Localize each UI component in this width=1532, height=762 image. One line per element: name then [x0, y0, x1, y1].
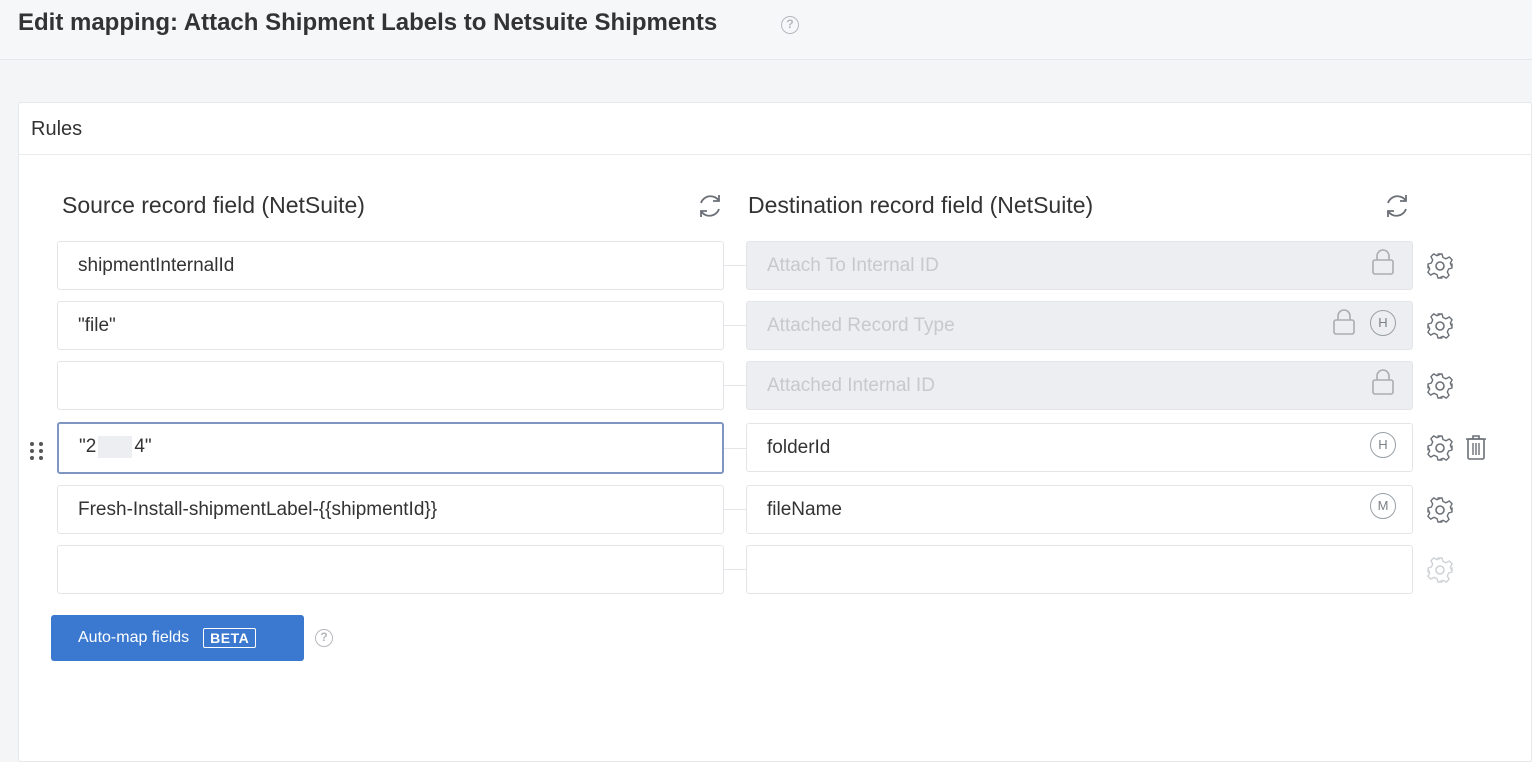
page-header: Edit mapping: Attach Shipment Labels to … — [0, 0, 1532, 60]
rules-panel: Rules Source record field (NetSuite) Des… — [18, 102, 1532, 762]
drag-handle-icon[interactable] — [28, 440, 46, 462]
gear-icon[interactable] — [1426, 372, 1454, 400]
destination-field-input: Attach To Internal ID — [746, 241, 1413, 290]
gear-icon[interactable] — [1426, 496, 1454, 524]
refresh-icon[interactable] — [695, 191, 725, 221]
gear-icon[interactable] — [1426, 434, 1454, 462]
mapping-connector — [724, 265, 746, 266]
help-icon[interactable]: ? — [315, 629, 333, 647]
redacted-value — [98, 435, 133, 458]
auto-map-fields-button[interactable]: Auto-map fields BETA — [51, 615, 304, 661]
page-title: Edit mapping: Attach Shipment Labels to … — [18, 9, 718, 36]
gear-icon[interactable] — [1426, 312, 1454, 340]
mapping-connector — [724, 569, 746, 570]
destination-field-input: Attached Record Type — [746, 301, 1413, 350]
destination-field-input[interactable]: fileName — [746, 485, 1413, 534]
multifield-badge: M — [1370, 493, 1396, 519]
mapping-connector — [724, 325, 746, 326]
destination-column-heading: Destination record field (NetSuite) — [748, 192, 1094, 218]
destination-field-input: Attached Internal ID — [746, 361, 1413, 410]
mapping-connector — [724, 385, 746, 386]
beta-badge: BETA — [203, 628, 257, 648]
hardcoded-badge: H — [1370, 310, 1396, 336]
gear-icon[interactable] — [1426, 252, 1454, 280]
source-field-input[interactable] — [57, 361, 724, 410]
hardcoded-badge: H — [1370, 432, 1396, 458]
source-field-input[interactable]: shipmentInternalId — [57, 241, 724, 290]
lock-icon — [1333, 309, 1355, 335]
source-value-suffix: 4" — [134, 436, 152, 457]
lock-icon — [1372, 249, 1394, 275]
source-value-prefix: "2 — [79, 436, 97, 457]
trash-icon[interactable] — [1464, 433, 1488, 461]
refresh-icon[interactable] — [1382, 191, 1412, 221]
mapping-connector — [724, 448, 746, 449]
mapping-connector — [724, 509, 746, 510]
gear-icon — [1427, 557, 1453, 583]
source-field-input[interactable] — [57, 545, 724, 594]
auto-map-label: Auto-map fields — [78, 629, 190, 646]
help-icon[interactable]: ? — [781, 16, 799, 34]
source-field-input[interactable]: Fresh-Install-shipmentLabel-{{shipmentId… — [57, 485, 724, 534]
source-field-input[interactable]: "2 4" — [57, 422, 724, 474]
source-field-input[interactable]: "file" — [57, 301, 724, 350]
source-column-heading: Source record field (NetSuite) — [62, 192, 365, 218]
destination-field-input[interactable] — [746, 545, 1413, 594]
panel-title: Rules — [19, 103, 1531, 155]
destination-field-input[interactable]: folderId — [746, 423, 1413, 472]
lock-icon — [1372, 369, 1394, 395]
